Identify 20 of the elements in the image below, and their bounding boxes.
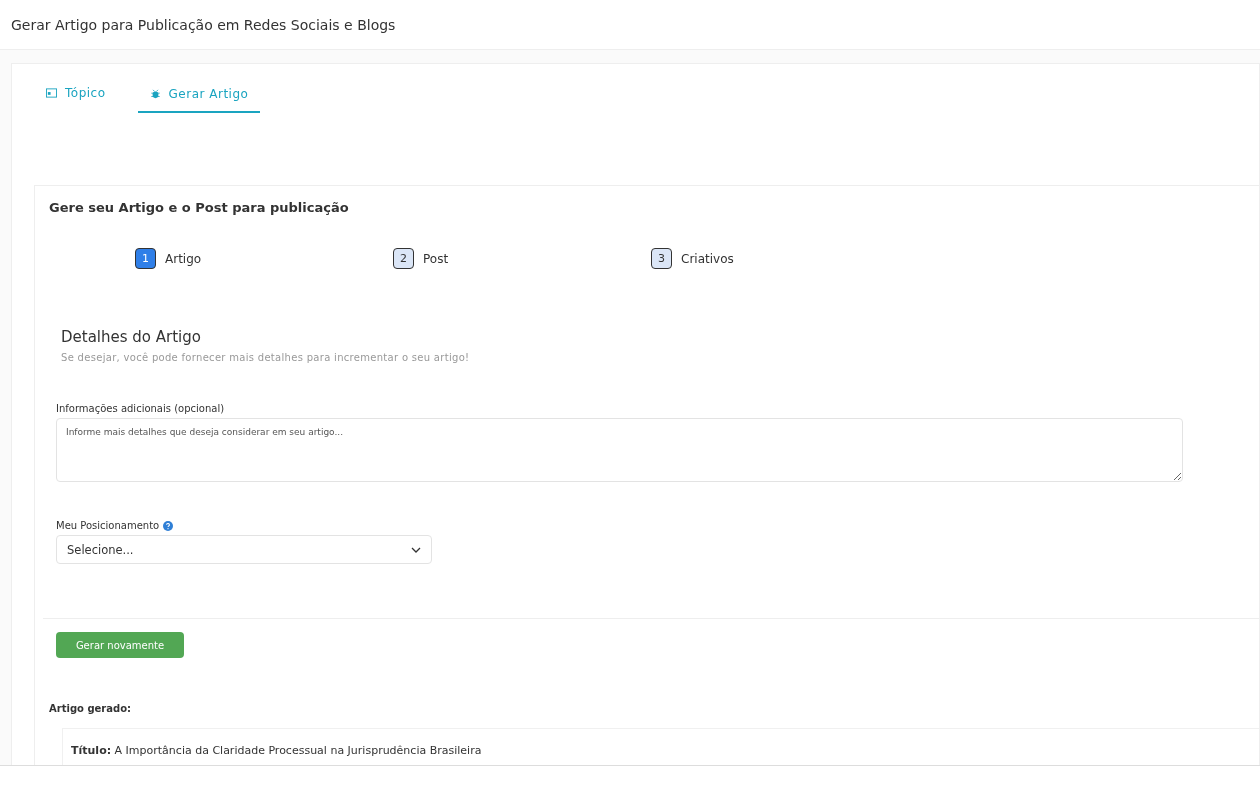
section-subtitle: Se desejar, você pode fornecer mais detalhes para incrementar o seu artigo! <box>61 352 471 363</box>
card-icon <box>46 87 57 98</box>
chevron-down-icon <box>411 546 421 553</box>
help-icon[interactable] <box>163 520 174 531</box>
step-label[interactable]: Post <box>423 251 449 266</box>
step-number[interactable]: 2 <box>393 248 414 269</box>
card-title: Gere seu Artigo e o Post para publicação <box>49 200 350 215</box>
field-label: Informações adicionais (opcional) <box>56 403 226 414</box>
section-title: Detalhes do Artigo <box>61 328 202 346</box>
step-label[interactable]: Criativos <box>681 251 734 266</box>
bug-icon <box>149 89 161 99</box>
field-label: Meu Posicionamento <box>56 520 160 531</box>
step-number[interactable]: 1 <box>135 248 156 269</box>
result-heading: Artigo gerado: <box>49 703 133 714</box>
positioning-select[interactable]: Selecione... <box>56 535 432 564</box>
step-label[interactable]: Artigo <box>165 251 202 266</box>
page-title: Gerar Artigo para Publicação em Redes Sociais e Blogs <box>11 16 396 33</box>
step-number[interactable]: 3 <box>651 248 672 269</box>
additional-info-field[interactable]: Informe mais detalhes que deseja considerar em seu artigo... <box>56 418 1183 482</box>
article-title: Título: A Importância da Claridade Processual na Jurisprudência Brasileira <box>71 744 482 757</box>
